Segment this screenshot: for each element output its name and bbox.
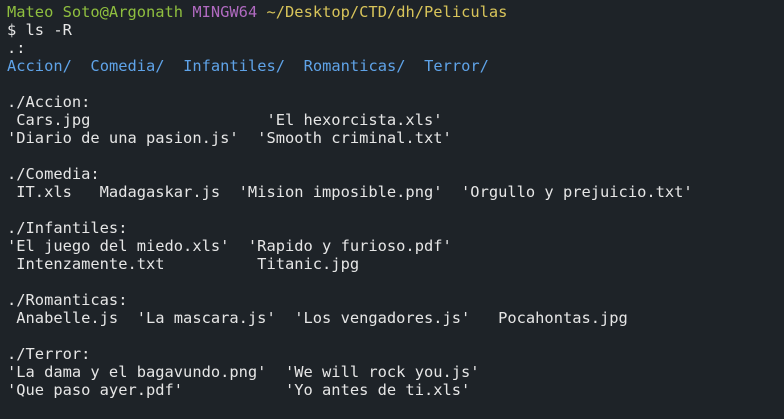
- prompt-cwd: ~/Desktop/CTD/dh/Peliculas: [266, 3, 508, 21]
- section-header-romanticas: ./Romanticas:: [7, 291, 128, 309]
- dir-entry-terror: Terror/: [424, 57, 489, 75]
- section-header-terror: ./Terror:: [7, 345, 91, 363]
- scrollbar[interactable]: [780, 0, 784, 419]
- prompt-line: Mateo Soto@Argonath MINGW64 ~/Desktop/CT…: [7, 3, 784, 21]
- prompt-env: MINGW64: [192, 3, 258, 21]
- dir-entry-romanticas: Romanticas/: [303, 57, 406, 75]
- section-header-accion: ./Accion:: [7, 93, 91, 111]
- listing-row: 'Que paso ayer.pdf' 'Yo antes de ti.xls': [7, 381, 471, 399]
- root-entries: Accion/ Comedia/ Infantiles/ Romanticas/…: [7, 57, 784, 75]
- terminal-window[interactable]: Mateo Soto@Argonath MINGW64 ~/Desktop/CT…: [0, 0, 784, 419]
- section-header-infantiles: ./Infantiles:: [7, 219, 128, 237]
- listing-row: Cars.jpg 'El hexorcista.xls': [7, 111, 443, 129]
- section-header-comedia: ./Comedia:: [7, 165, 100, 183]
- listing-row: Intenzamente.txt Titanic.jpg: [7, 255, 360, 273]
- command-line: $ ls -R: [7, 21, 72, 39]
- dir-entry-infantiles: Infantiles/: [183, 57, 286, 75]
- prompt-user-host: Mateo Soto@Argonath: [7, 3, 184, 21]
- listing-row: Anabelle.js 'La mascara.js' 'Los vengado…: [7, 309, 628, 327]
- listing-row: 'Diario de una pasion.js' 'Smooth crimin…: [7, 129, 452, 147]
- listing-row: IT.xls Madagaskar.js 'Mision imposible.p…: [7, 183, 693, 201]
- listing-row: 'La dama y el bagavundo.png' 'We will ro…: [7, 363, 480, 381]
- root-header: .:: [7, 39, 26, 57]
- dir-entry-accion: Accion/: [7, 57, 72, 75]
- dir-entry-comedia: Comedia/: [90, 57, 165, 75]
- listing-row: 'El juego del miedo.xls' 'Rapido y furio…: [7, 237, 452, 255]
